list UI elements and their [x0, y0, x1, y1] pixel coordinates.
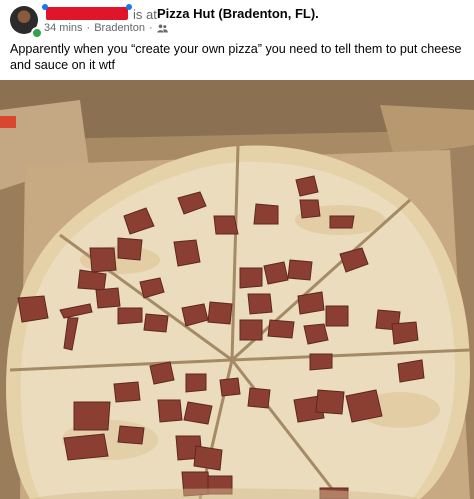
post-timestamp[interactable]: 34 mins [44, 22, 83, 34]
meta-separator: · [148, 22, 153, 34]
meta-separator: · [86, 22, 91, 34]
post-text: Apparently when you “create your own piz… [10, 42, 462, 72]
post-meta: 34 mins · Bradenton · [44, 22, 168, 34]
pizza-photo[interactable] [0, 80, 474, 499]
checkin-label: is at [133, 7, 157, 22]
post-place[interactable]: Bradenton [94, 22, 145, 34]
pizza-photo-illustration [0, 80, 474, 499]
post-header: is at Pizza Hut (Bradenton, FL). 34 mins… [0, 0, 474, 39]
checkin-location-link[interactable]: Pizza Hut (Bradenton, FL). [157, 6, 319, 21]
friends-audience-icon[interactable] [156, 24, 168, 33]
online-status-badge [31, 27, 43, 39]
author-name-redacted[interactable] [42, 4, 132, 20]
